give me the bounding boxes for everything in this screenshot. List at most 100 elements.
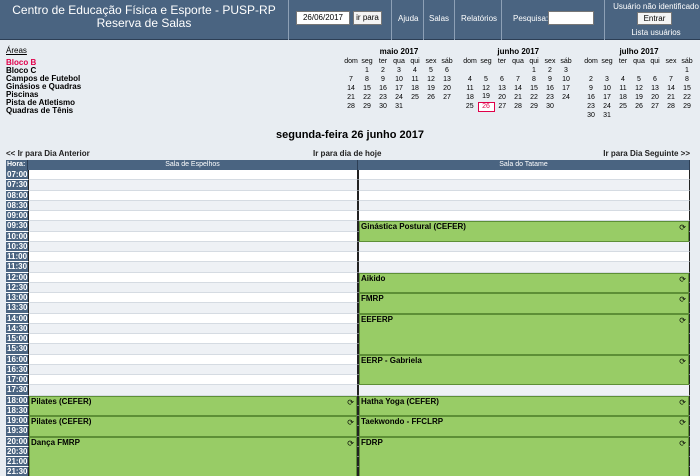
calendar-day[interactable]: 17 <box>599 93 615 102</box>
calendar-day[interactable]: 27 <box>439 93 455 102</box>
go-to-date-button[interactable]: ir para <box>353 11 382 25</box>
area-item[interactable]: Quadras de Tênis <box>6 107 81 115</box>
calendar-day[interactable]: 29 <box>526 102 542 111</box>
room-header[interactable]: Sala de Espelhos <box>28 160 358 170</box>
calendar-day[interactable]: 31 <box>391 102 407 111</box>
calendar-day[interactable]: 7 <box>510 75 526 84</box>
calendar-day[interactable]: 9 <box>542 75 558 84</box>
nav-reports-link[interactable]: Relatórios <box>461 14 497 23</box>
calendar-day[interactable]: 10 <box>599 84 615 93</box>
login-button[interactable]: Entrar <box>637 12 672 25</box>
slot-cell[interactable] <box>28 303 358 314</box>
calendar-day[interactable]: 11 <box>615 84 631 93</box>
calendar-day[interactable]: 5 <box>631 75 647 84</box>
calendar-day[interactable]: 19 <box>631 93 647 102</box>
calendar-day[interactable]: 16 <box>583 93 599 102</box>
booking-block[interactable]: FMRP ⟳ <box>359 293 689 314</box>
calendar-day[interactable]: 4 <box>462 75 478 84</box>
calendar-day[interactable]: 8 <box>679 75 695 84</box>
calendar-day[interactable]: 3 <box>558 66 574 75</box>
calendar-day[interactable]: 24 <box>599 102 615 111</box>
calendar-day[interactable]: 29 <box>679 102 695 111</box>
calendar-day[interactable]: 23 <box>375 93 391 102</box>
booking-block[interactable]: Dança FMRP ⟳ <box>29 436 357 476</box>
calendar-day[interactable]: 19 <box>478 93 494 102</box>
calendar-day[interactable]: 25 <box>615 102 631 111</box>
calendar-day[interactable]: 15 <box>679 84 695 93</box>
booking-block[interactable]: EEFERP ⟳ <box>359 313 689 355</box>
calendar-day[interactable]: 26 <box>631 102 647 111</box>
slot-cell[interactable] <box>358 190 690 201</box>
calendar-day[interactable]: 22 <box>526 93 542 102</box>
slot-cell[interactable] <box>28 344 358 355</box>
slot-cell[interactable] <box>28 180 358 191</box>
calendar-day[interactable]: 6 <box>647 75 663 84</box>
slot-cell[interactable] <box>358 200 690 211</box>
calendar-day[interactable]: 17 <box>391 84 407 93</box>
calendar-day[interactable]: 26 <box>477 101 495 112</box>
next-day-link[interactable]: Ir para Dia Seguinte >> <box>603 149 690 158</box>
slot-cell[interactable] <box>28 262 358 273</box>
calendar-day[interactable]: 30 <box>583 111 599 120</box>
calendar-day[interactable]: 12 <box>423 75 439 84</box>
slot-cell[interactable] <box>28 375 358 386</box>
slot-cell[interactable] <box>358 241 690 252</box>
calendar-day[interactable]: 20 <box>647 93 663 102</box>
calendar-day[interactable]: 18 <box>407 84 423 93</box>
calendar-day[interactable]: 4 <box>407 66 423 75</box>
room-header[interactable]: Sala do Tatame <box>358 160 690 170</box>
calendar-day[interactable]: 20 <box>494 93 510 102</box>
calendar-day[interactable]: 8 <box>526 75 542 84</box>
slot-cell[interactable] <box>28 170 358 181</box>
calendar-day[interactable]: 4 <box>615 75 631 84</box>
calendar-day[interactable]: 3 <box>599 75 615 84</box>
calendar-day[interactable]: 1 <box>359 66 375 75</box>
slot-cell[interactable] <box>28 293 358 304</box>
slot-cell[interactable] <box>28 200 358 211</box>
calendar-day[interactable]: 6 <box>439 66 455 75</box>
calendar-day[interactable]: 24 <box>391 93 407 102</box>
slot-cell[interactable] <box>28 313 358 324</box>
booking-block[interactable]: Aikido ⟳ <box>359 272 689 293</box>
calendar-day[interactable]: 28 <box>663 102 679 111</box>
slot-cell[interactable] <box>28 221 358 232</box>
calendar-day[interactable]: 27 <box>647 102 663 111</box>
calendar-day[interactable]: 17 <box>558 84 574 93</box>
calendar-day[interactable]: 10 <box>558 75 574 84</box>
slot-cell[interactable] <box>358 385 690 396</box>
calendar-day[interactable]: 10 <box>391 75 407 84</box>
calendar-day[interactable]: 30 <box>375 102 391 111</box>
calendar-day[interactable]: 16 <box>542 84 558 93</box>
calendar-day[interactable]: 26 <box>423 93 439 102</box>
nav-help-link[interactable]: Ajuda <box>398 14 418 23</box>
booking-block[interactable]: Ginástica Postural (CEFER) ⟳ <box>359 221 689 242</box>
calendar-day[interactable]: 13 <box>439 75 455 84</box>
slot-cell[interactable] <box>28 272 358 283</box>
slot-cell[interactable] <box>28 282 358 293</box>
calendar-day[interactable]: 12 <box>631 84 647 93</box>
slot-cell[interactable] <box>28 190 358 201</box>
calendar-day[interactable]: 29 <box>359 102 375 111</box>
calendar-day[interactable]: 12 <box>478 84 494 93</box>
calendar-day[interactable]: 18 <box>462 93 478 102</box>
slot-cell[interactable] <box>358 211 690 222</box>
calendar-day[interactable]: 28 <box>510 102 526 111</box>
slot-cell[interactable] <box>28 323 358 334</box>
calendar-day[interactable]: 13 <box>647 84 663 93</box>
calendar-day[interactable]: 2 <box>542 66 558 75</box>
calendar-day[interactable]: 24 <box>558 93 574 102</box>
booking-block[interactable]: Taekwondo - FFCLRP ⟳ <box>359 416 689 437</box>
calendar-title[interactable]: maio 2017 <box>343 47 455 57</box>
prev-day-link[interactable]: << Ir para Dia Anterior <box>6 149 90 158</box>
calendar-day[interactable]: 15 <box>526 84 542 93</box>
search-input[interactable] <box>548 11 594 25</box>
calendar-day[interactable]: 31 <box>599 111 615 120</box>
calendar-day[interactable]: 1 <box>526 66 542 75</box>
booking-block[interactable]: Pilates (CEFER) ⟳ <box>29 395 357 416</box>
calendar-day[interactable]: 9 <box>375 75 391 84</box>
calendar-day[interactable]: 16 <box>375 84 391 93</box>
calendar-day[interactable]: 23 <box>583 102 599 111</box>
booking-block[interactable]: Hatha Yoga (CEFER) ⟳ <box>359 395 689 416</box>
calendar-day[interactable]: 5 <box>423 66 439 75</box>
slot-cell[interactable] <box>28 334 358 345</box>
